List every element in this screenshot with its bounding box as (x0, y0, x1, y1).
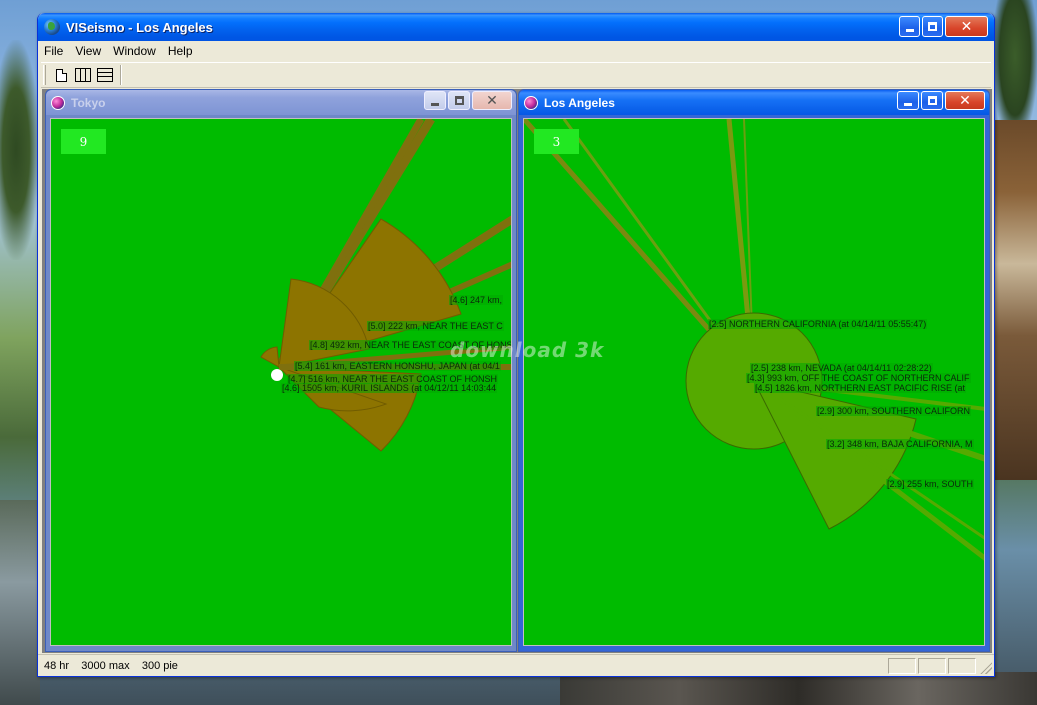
minimize-icon (905, 29, 914, 32)
maximize-icon (454, 96, 464, 105)
los-angeles-quake-label: [3.2] 348 km, BAJA CALIFORNIA, M (826, 439, 974, 449)
menu-view[interactable]: View (69, 41, 107, 61)
status-bar: 48 hr 3000 max 300 pie (38, 654, 994, 676)
los-angeles-minimize-button[interactable] (897, 91, 919, 110)
toolbar (41, 62, 991, 88)
tokyo-count-badge: 9 (61, 129, 106, 154)
desktop-tree (993, 0, 1037, 140)
close-button[interactable]: ✕ (945, 16, 988, 37)
tokyo-quake-label: [5.0] 222 km, NEAR THE EAST C (367, 321, 504, 331)
menubar: File View Window Help (38, 41, 994, 61)
status-text: 48 hr 3000 max 300 pie (44, 659, 178, 672)
los-angeles-count-badge: 3 (534, 129, 579, 154)
tile-horizontal-button[interactable] (94, 64, 116, 86)
resize-grip[interactable] (980, 662, 992, 674)
tokyo-seismo-canvas[interactable]: 9 [4.6] 247 km, [5.0] 222 km, NEAR THE E… (50, 118, 512, 646)
los-angeles-maximize-button[interactable] (921, 91, 943, 110)
tokyo-titlebar[interactable]: Tokyo ✕ (46, 90, 516, 115)
los-angeles-quake-label: [2.9] 255 km, SOUTH (886, 479, 975, 489)
mdi-client-area: Tokyo ✕ 9 [4.6] 247 km, [5.0] 222 km, NE… (42, 89, 992, 653)
los-angeles-quake-label: [4.5] 1826 km, NORTHERN EAST PACIFIC RIS… (754, 383, 967, 393)
tokyo-maximize-button[interactable] (448, 91, 470, 110)
los-angeles-quake-label: [2.5] NORTHERN CALIFORNIA (at 04/14/11 0… (708, 319, 928, 329)
minimize-button[interactable] (899, 16, 920, 37)
los-angeles-quake-label: [4.3] 993 km, OFF THE COAST OF NORTHERN … (746, 373, 971, 383)
globe-icon (44, 19, 60, 35)
close-icon: ✕ (959, 92, 971, 109)
app-titlebar[interactable]: VISeismo - Los Angeles ✕ (38, 13, 994, 41)
toolbar-separator (120, 65, 122, 85)
menu-help[interactable]: Help (162, 41, 199, 61)
tile-vertical-icon (75, 68, 91, 82)
new-window-button[interactable] (50, 64, 72, 86)
menu-window[interactable]: Window (107, 41, 162, 61)
desktop-tree (0, 40, 40, 260)
los-angeles-title: Los Angeles (544, 95, 615, 110)
status-panel (888, 658, 916, 674)
tokyo-close-button[interactable]: ✕ (472, 91, 512, 110)
tokyo-quake-label: [4.6] 1505 km, KURIL ISLANDS (at 04/12/1… (281, 383, 498, 393)
los-angeles-close-button[interactable]: ✕ (945, 91, 985, 110)
status-panel (948, 658, 976, 674)
los-angeles-seismo-canvas[interactable]: 3 [2.5] NORTHERN CALIFORNIA (at 04/14/11… (523, 118, 985, 646)
los-angeles-quake-label: [2.9] 300 km, SOUTHERN CALIFORN (816, 406, 972, 416)
desktop-pagoda (995, 120, 1037, 480)
maximize-icon (928, 22, 937, 31)
tokyo-quake-label: [5.4] 161 km, EASTERN HONSHU, JAPAN (at … (294, 361, 501, 371)
new-document-icon (55, 68, 67, 82)
tokyo-minimize-button[interactable] (424, 91, 446, 110)
minimize-icon (904, 103, 912, 106)
tokyo-title: Tokyo (71, 95, 106, 110)
menu-file[interactable]: File (38, 41, 69, 61)
tokyo-pie-slice (260, 346, 280, 368)
desktop-pond (0, 500, 40, 705)
tokyo-origin-marker (271, 369, 283, 381)
maximize-button[interactable] (922, 16, 943, 37)
toolbar-grip[interactable] (43, 65, 46, 85)
maximize-icon (927, 96, 937, 105)
tokyo-window[interactable]: Tokyo ✕ 9 [4.6] 247 km, [5.0] 222 km, NE… (45, 89, 517, 652)
seismo-icon (524, 95, 538, 110)
close-icon: ✕ (960, 18, 973, 35)
los-angeles-pie-slice (753, 380, 917, 530)
app-title: VISeismo - Los Angeles (66, 19, 213, 35)
tile-vertical-button[interactable] (72, 64, 94, 86)
los-angeles-window[interactable]: Los Angeles ✕ 3 [2.5] NORTHERN CALIFORNI… (518, 89, 990, 652)
tile-horizontal-icon (97, 68, 113, 82)
seismo-icon (51, 95, 65, 110)
los-angeles-titlebar[interactable]: Los Angeles ✕ (519, 90, 989, 115)
watermark: download 3k (450, 338, 605, 362)
minimize-icon (431, 103, 439, 106)
status-panel (918, 658, 946, 674)
tokyo-quake-label: [4.6] 247 km, (449, 295, 504, 305)
close-icon: ✕ (486, 92, 498, 109)
los-angeles-quake-label: [2.5] 238 km, NEVADA (at 04/14/11 02:28:… (750, 363, 933, 373)
